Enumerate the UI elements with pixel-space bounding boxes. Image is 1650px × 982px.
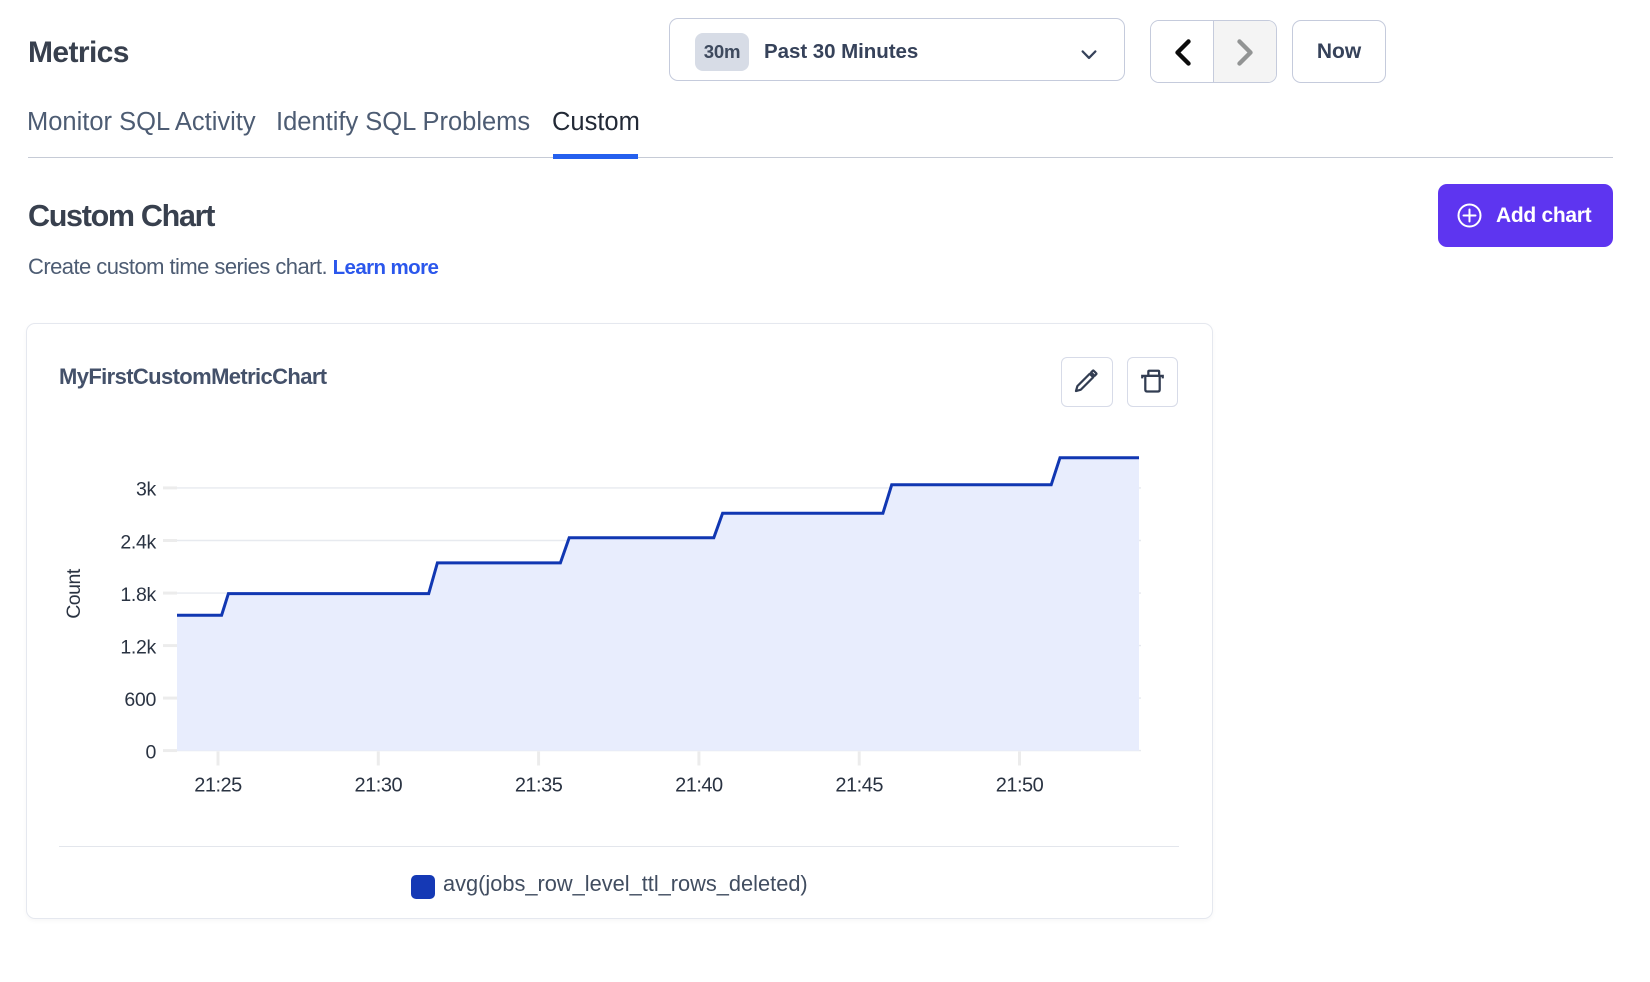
svg-text:0: 0 — [145, 741, 156, 763]
svg-text:1.2k: 1.2k — [120, 636, 156, 658]
svg-text:2.4k: 2.4k — [120, 531, 156, 553]
svg-text:21:45: 21:45 — [835, 775, 883, 797]
svg-text:21:30: 21:30 — [355, 775, 403, 797]
svg-text:21:50: 21:50 — [996, 775, 1044, 797]
svg-text:21:40: 21:40 — [675, 775, 723, 797]
svg-text:1.8k: 1.8k — [120, 584, 156, 606]
svg-text:3k: 3k — [136, 479, 157, 501]
svg-text:Count: Count — [63, 568, 85, 619]
svg-text:21:35: 21:35 — [515, 775, 563, 797]
svg-text:600: 600 — [124, 689, 156, 711]
svg-text:21:25: 21:25 — [194, 775, 242, 797]
